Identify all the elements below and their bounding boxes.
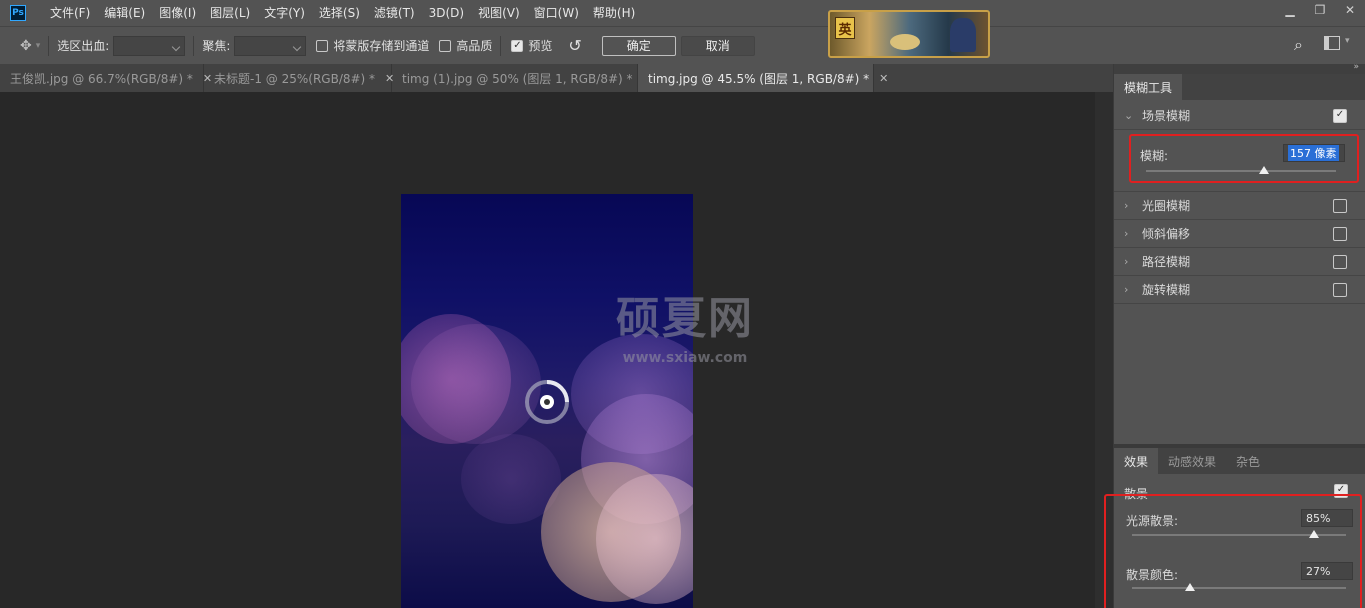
window-controls: ▁ ❐ ✕ [1275, 0, 1365, 20]
save-mask-label: 将蒙版存储到通道 [333, 39, 430, 53]
tilt-shift-label: 倾斜偏移 [1142, 227, 1191, 241]
watermark: 硕夏网 www.sxiaw.com [605, 282, 765, 366]
divider [48, 35, 50, 56]
focus-dropdown[interactable] [234, 35, 307, 56]
banner-art [890, 34, 920, 50]
iris-blur-row[interactable]: › 光圈模糊 [1114, 192, 1365, 220]
menu-edit[interactable]: 编辑(E) [97, 0, 152, 26]
menu-3d[interactable]: 3D(D) [422, 0, 471, 26]
tab-noise[interactable]: 杂色 [1226, 448, 1270, 474]
focus-label: 聚焦: [202, 39, 231, 53]
menu-type[interactable]: 文字(Y) [257, 0, 312, 26]
field-blur-label: 场景模糊 [1142, 109, 1191, 123]
tab-timg[interactable]: timg.jpg @ 45.5% (图层 1, RGB/8#) * ✕ [638, 64, 888, 92]
path-blur-label: 路径模糊 [1142, 255, 1191, 269]
watermark-url: www.sxiaw.com [622, 350, 748, 366]
field-blur-row[interactable]: ⌄ 场景模糊 [1114, 102, 1365, 130]
menu-window[interactable]: 窗口(W) [527, 0, 586, 26]
workspace-chevron-icon[interactable]: ▾ [1345, 36, 1350, 46]
selection-bleed-label: 选区出血: [57, 39, 110, 53]
tab-label: timg.jpg @ 45.5% (图层 1, RGB/8#) * [648, 71, 870, 86]
restore-icon[interactable]: ❐ [1305, 0, 1335, 20]
tool-preset-chevron-icon[interactable]: ▾ [36, 41, 41, 51]
tab-wangjunkai[interactable]: 王俊凯.jpg @ 66.7%(RGB/8#) * ✕ [0, 64, 212, 92]
close-tab-icon[interactable]: ✕ [879, 72, 888, 85]
menu-layer[interactable]: 图层(L) [203, 0, 257, 26]
tab-motion-effects[interactable]: 动感效果 [1158, 448, 1226, 474]
effects-tabs: 效果 动感效果 杂色 [1114, 448, 1365, 474]
close-icon[interactable]: ✕ [1335, 0, 1365, 20]
options-bar: ✥ ▾ 选区出血: 聚焦: 将蒙版存储到通道 高品质 预览 ↺ 确定 取消 ⌕ … [0, 26, 1365, 64]
checkbox-box[interactable] [439, 39, 452, 52]
checkbox-box-checked[interactable] [511, 39, 524, 52]
collapse-panels-icon[interactable]: » [1353, 62, 1359, 72]
spin-blur-row[interactable]: › 旋转模糊 [1114, 276, 1365, 304]
tilt-shift-checkbox[interactable] [1333, 227, 1347, 241]
menu-file[interactable]: 文件(F) [43, 0, 97, 26]
photoshop-window: Ps 文件(F) 编辑(E) 图像(I) 图层(L) 文字(Y) 选择(S) 滤… [0, 0, 1365, 608]
effects-settings: 散景 光源散景: 85% 散景颜色: 27% [1104, 474, 1365, 608]
save-mask-checkbox[interactable]: 将蒙版存储到通道 [316, 37, 429, 54]
chevron-right-icon[interactable]: › [1124, 255, 1142, 268]
spin-blur-checkbox[interactable] [1333, 283, 1347, 297]
watermark-title: 硕夏网 [616, 293, 754, 344]
preview-checkbox[interactable]: 预览 [511, 37, 552, 54]
divider [193, 35, 195, 56]
iris-blur-checkbox[interactable] [1333, 199, 1347, 213]
menu-image[interactable]: 图像(I) [152, 0, 203, 26]
chevron-right-icon[interactable]: › [1124, 199, 1142, 212]
spin-blur-label: 旋转模糊 [1142, 283, 1191, 297]
banner-badge: 英 [835, 17, 855, 39]
reset-icon[interactable]: ↺ [568, 36, 581, 55]
document-tabs: 王俊凯.jpg @ 66.7%(RGB/8#) * ✕ 未标题-1 @ 25%(R… [0, 64, 1113, 92]
chevron-right-icon[interactable]: › [1124, 283, 1142, 296]
cancel-button[interactable]: 取消 [680, 35, 755, 56]
tab-label: timg (1).jpg @ 50% (图层 1, RGB/8#) * [402, 71, 633, 86]
highlight-box [1104, 494, 1362, 608]
menu-bar: Ps 文件(F) 编辑(E) 图像(I) 图层(L) 文字(Y) 选择(S) 滤… [0, 0, 1365, 26]
workspace-icon[interactable] [1324, 36, 1340, 50]
divider [500, 35, 502, 56]
tab-label: 未标题-1 @ 25%(RGB/8#) * [214, 71, 376, 86]
banner-character [950, 18, 976, 52]
menu-view[interactable]: 视图(V) [471, 0, 527, 26]
high-quality-label: 高品质 [456, 39, 493, 53]
menu-help[interactable]: 帮助(H) [586, 0, 642, 26]
game-ad-banner[interactable]: 英 [828, 10, 990, 58]
photoshop-logo: Ps [10, 5, 26, 21]
menu-filter[interactable]: 滤镜(T) [367, 0, 422, 26]
preview-label: 预览 [528, 39, 553, 53]
blur-gallery-panel: » 模糊工具 ⌄ 场景模糊 模糊: 157 像素 › 光圈模糊 › 倾斜偏移 [1104, 62, 1365, 608]
highlight-box [1129, 134, 1359, 183]
tilt-shift-row[interactable]: › 倾斜偏移 [1114, 220, 1365, 248]
chevron-down-icon[interactable]: ⌄ [1124, 109, 1142, 122]
blur-pin-icon[interactable] [523, 378, 571, 426]
field-blur-checkbox[interactable] [1333, 109, 1347, 123]
field-blur-settings: 模糊: 157 像素 [1114, 130, 1365, 192]
ok-button[interactable]: 确定 [601, 35, 676, 56]
tab-label: 王俊凯.jpg @ 66.7%(RGB/8#) * [10, 71, 193, 86]
path-blur-row[interactable]: › 路径模糊 [1114, 248, 1365, 276]
canvas-area[interactable]: 硕夏网 www.sxiaw.com [0, 92, 1113, 608]
path-blur-checkbox[interactable] [1333, 255, 1347, 269]
chevron-right-icon[interactable]: › [1124, 227, 1142, 240]
tab-blur-tools[interactable]: 模糊工具 [1114, 74, 1183, 100]
panel-header: » [1114, 62, 1365, 74]
pin-tool-icon[interactable]: ✥ [20, 38, 32, 54]
tab-effects[interactable]: 效果 [1114, 448, 1159, 474]
checkbox-box[interactable] [316, 39, 329, 52]
search-icon[interactable]: ⌕ [1294, 35, 1303, 55]
high-quality-checkbox[interactable]: 高品质 [439, 37, 492, 54]
blur-tools-tabs: 模糊工具 [1114, 74, 1365, 100]
menu-select[interactable]: 选择(S) [312, 0, 367, 26]
iris-blur-label: 光圈模糊 [1142, 199, 1191, 213]
tab-timg-1[interactable]: timg (1).jpg @ 50% (图层 1, RGB/8#) *✕ [392, 64, 652, 92]
minimize-icon[interactable]: ▁ [1275, 0, 1305, 20]
tab-untitled-1[interactable]: 未标题-1 @ 25%(RGB/8#) * ✕ [204, 64, 394, 92]
selection-bleed-dropdown[interactable] [113, 35, 186, 56]
